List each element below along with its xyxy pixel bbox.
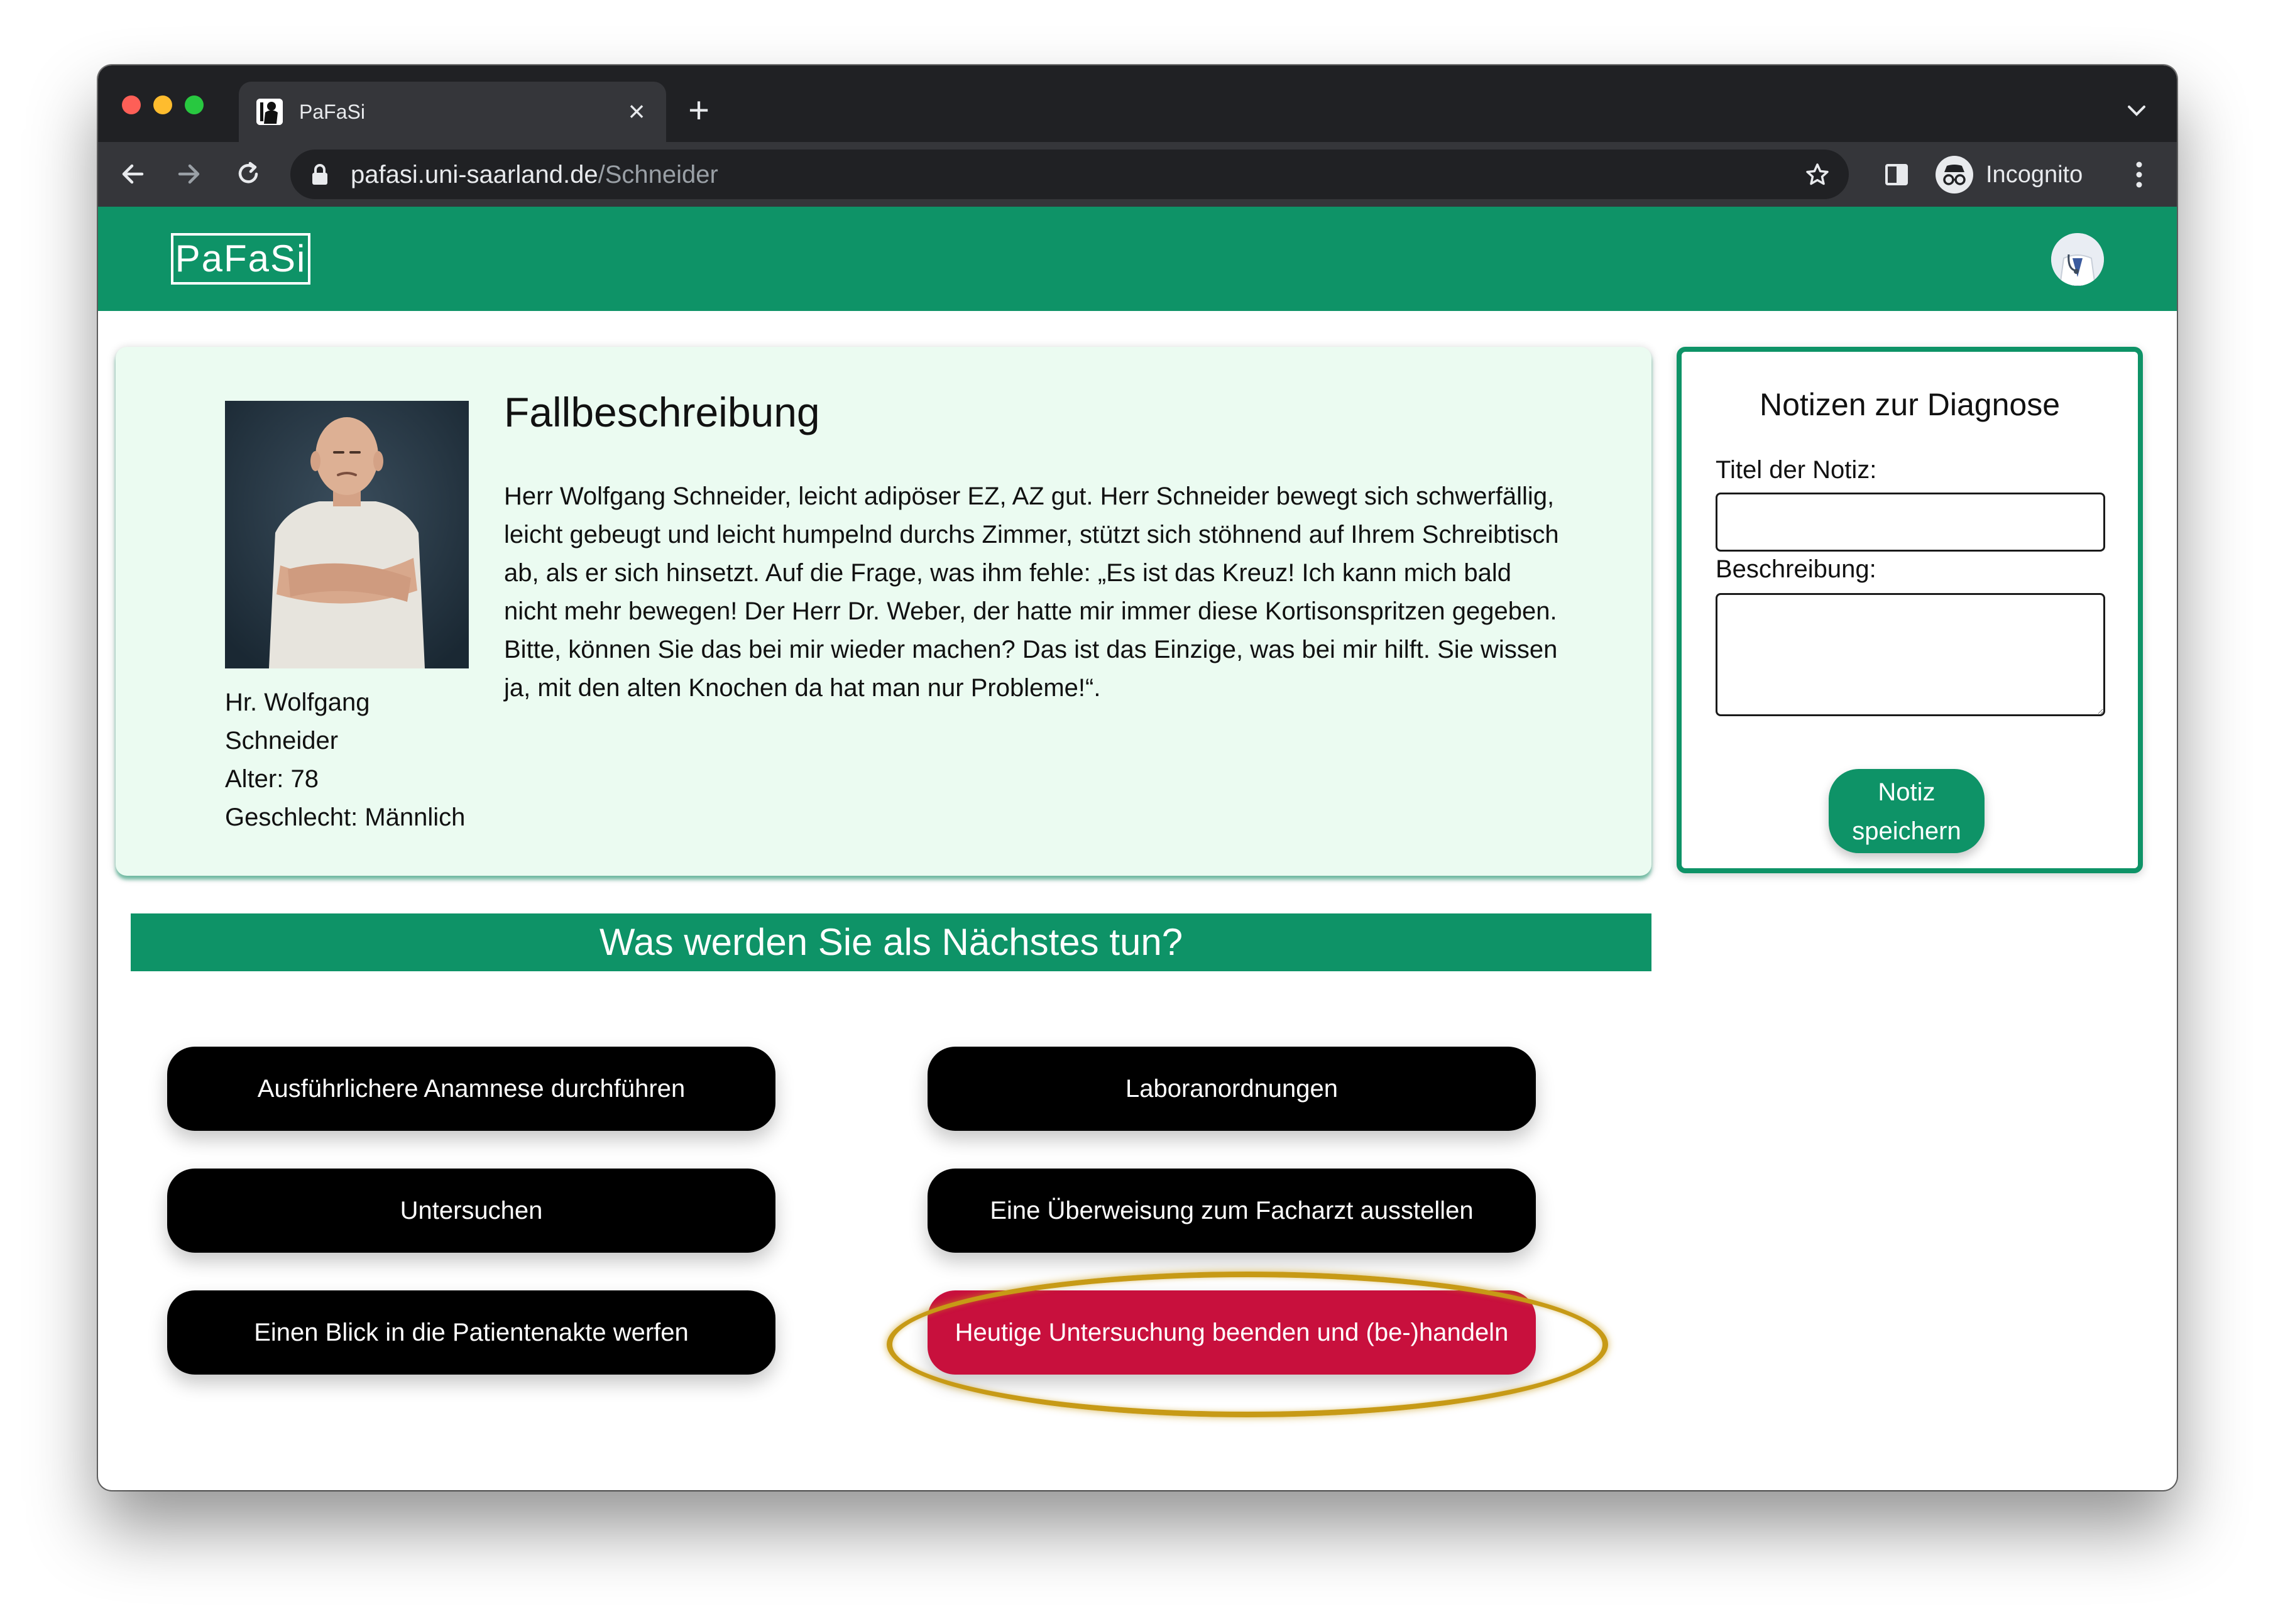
patient-info: Hr. Wolfgang Schneider Alter: 78 Geschle… — [225, 684, 489, 837]
action-referral-button[interactable]: Eine Überweisung zum Facharzt ausstellen — [928, 1169, 1536, 1253]
notes-heading: Notizen zur Diagnose — [1759, 387, 2061, 422]
action-patient-record-button[interactable]: Einen Blick in die Patientenakte werfen — [167, 1290, 775, 1375]
save-note-label-line2: speichern — [1852, 817, 1961, 845]
app-logo[interactable]: PaFaSi — [171, 233, 310, 285]
window-minimize-button[interactable] — [153, 95, 172, 114]
note-title-input[interactable] — [1716, 493, 2105, 552]
favicon-icon — [256, 99, 283, 125]
browser-tab[interactable]: PaFaSi × — [239, 82, 666, 142]
save-note-label-line1: Notiz — [1878, 778, 1936, 806]
user-avatar[interactable] — [2051, 233, 2104, 286]
patient-name-line1: Hr. Wolfgang — [225, 689, 370, 716]
back-arrow-icon[interactable] — [117, 158, 148, 190]
address-bar[interactable]: pafasi.uni-saarland.de/Schneider — [290, 150, 1849, 199]
url-path: /Schneider — [598, 161, 718, 188]
case-card: Hr. Wolfgang Schneider Alter: 78 Geschle… — [116, 347, 1651, 876]
chevron-down-icon[interactable] — [2123, 97, 2150, 124]
close-icon[interactable]: × — [621, 95, 652, 127]
window-zoom-button[interactable] — [185, 95, 204, 114]
action-laboratory-button[interactable]: Laboranordnungen — [928, 1047, 1536, 1131]
note-description-label: Beschreibung: — [1716, 555, 1876, 583]
highlight-annotation-ring — [887, 1272, 1608, 1417]
next-steps-banner: Was werden Sie als Nächstes tun? — [131, 913, 1651, 971]
plus-icon[interactable]: + — [682, 92, 715, 129]
patient-gender: Geschlecht: Männlich — [225, 804, 466, 831]
forward-arrow-icon[interactable] — [173, 158, 205, 190]
patient-name-line2: Schneider — [225, 727, 339, 755]
side-panel-icon[interactable] — [1883, 161, 1910, 188]
patient-photo — [225, 401, 469, 668]
incognito-label: Incognito — [1986, 161, 2083, 188]
url-host: pafasi.uni-saarland.de — [351, 161, 598, 188]
tab-title: PaFaSi — [299, 101, 365, 123]
note-title-label: Titel der Notiz: — [1716, 456, 1877, 484]
window-close-button[interactable] — [122, 95, 141, 114]
browser-window: PaFaSi × + pafasi.uni-saarland.de/Schnei… — [98, 65, 2177, 1490]
patient-age: Alter: 78 — [225, 765, 319, 793]
more-vert-icon[interactable] — [2125, 157, 2153, 192]
incognito-profile-button[interactable]: Incognito — [1933, 150, 2114, 199]
incognito-icon — [1936, 156, 1973, 193]
save-note-button[interactable]: Notiz speichern — [1829, 769, 1985, 853]
note-description-textarea[interactable] — [1716, 593, 2105, 716]
action-anamnese-button[interactable]: Ausführlichere Anamnese durchführen — [167, 1047, 775, 1131]
case-description: Herr Wolfgang Schneider, leicht adipöser… — [504, 482, 1559, 702]
lock-icon — [309, 163, 331, 186]
app-header: PaFaSi — [98, 207, 2177, 311]
browser-toolbar: pafasi.uni-saarland.de/Schneider Incogni… — [98, 142, 2177, 207]
action-examine-button[interactable]: Untersuchen — [167, 1169, 775, 1253]
url-text: pafasi.uni-saarland.de/Schneider — [351, 161, 718, 188]
reload-icon[interactable] — [233, 158, 264, 190]
case-heading: Fallbeschreibung — [504, 389, 820, 435]
title-bar: PaFaSi × + — [98, 65, 2177, 142]
notes-panel: Notizen zur Diagnose Titel der Notiz: Be… — [1677, 347, 2143, 873]
star-icon[interactable] — [1804, 161, 1831, 188]
